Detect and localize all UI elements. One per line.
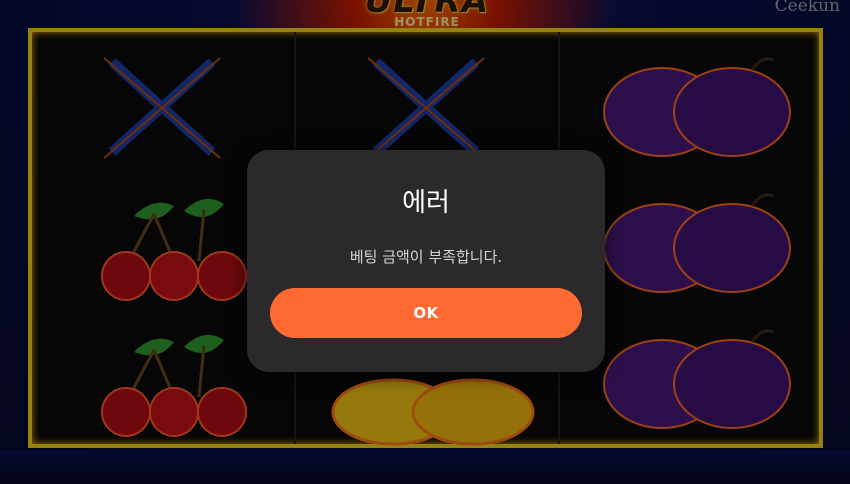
dialog-message: 베팅 금액이 부족합니다. bbox=[349, 248, 503, 266]
error-dialog: 에러 베팅 금액이 부족합니다. OK bbox=[247, 150, 605, 372]
ok-button[interactable]: OK bbox=[270, 288, 582, 338]
dialog-title: 에러 bbox=[402, 188, 450, 218]
